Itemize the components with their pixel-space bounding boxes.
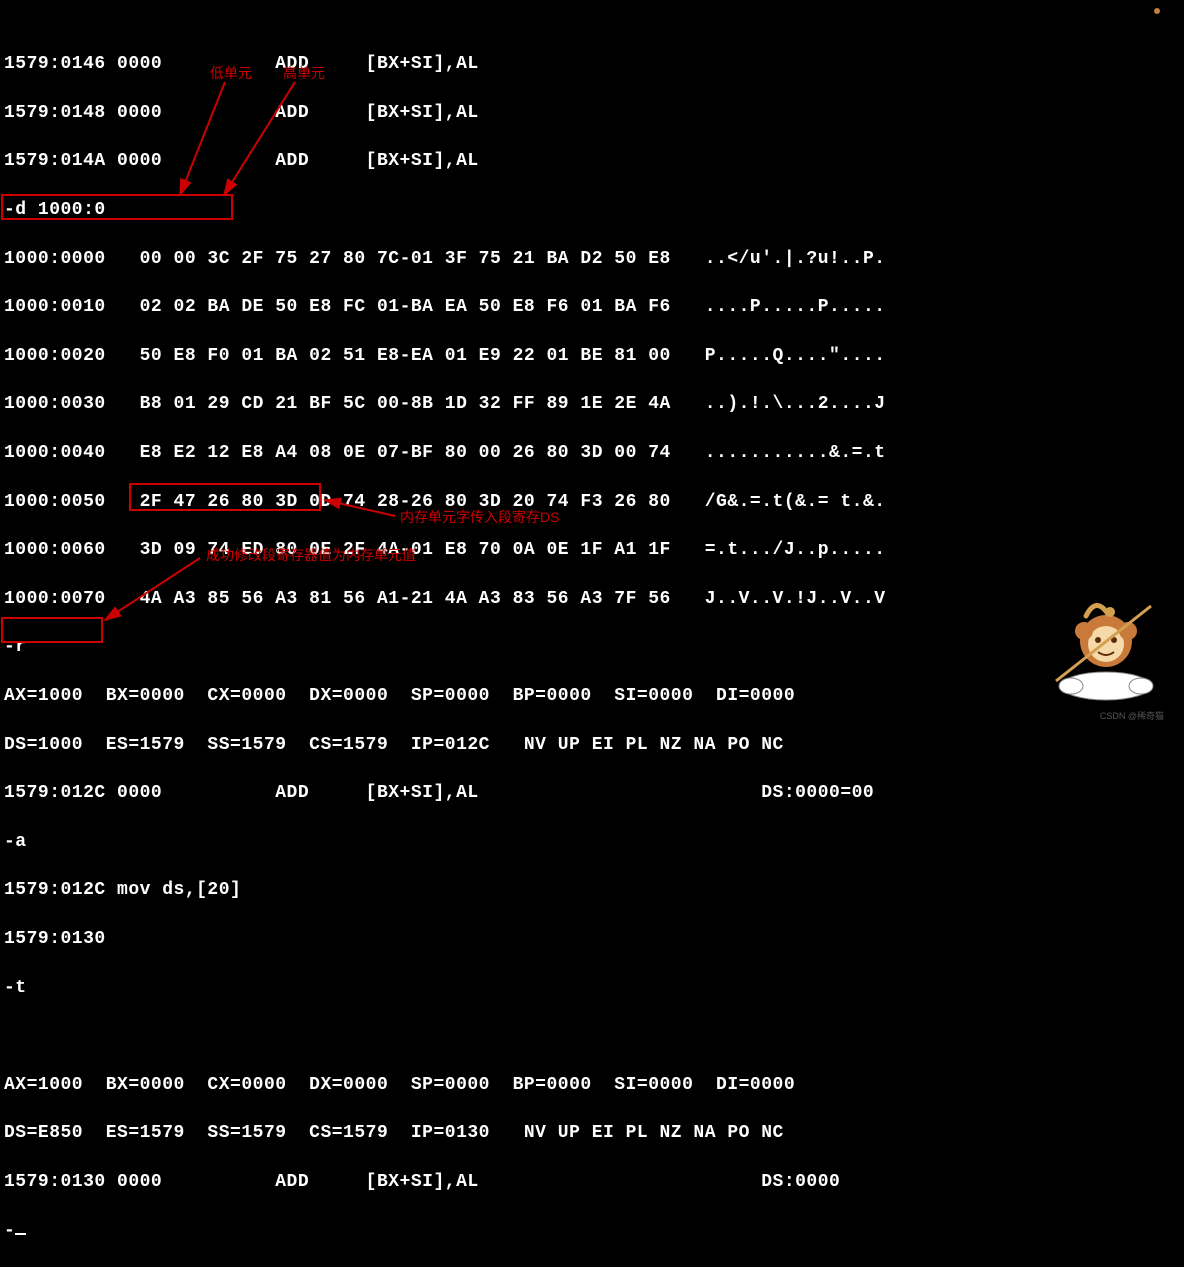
cmd-d: -d 1000:0	[4, 198, 1184, 222]
dump-row: 1000:0070 4A A3 85 56 A3 81 56 A1-21 4A …	[4, 587, 1184, 611]
regs-line: AX=1000 BX=0000 CX=0000 DX=0000 SP=0000 …	[4, 1073, 1184, 1097]
annotation-high-byte: 高单元	[283, 64, 325, 83]
annotation-low-byte: 低单元	[210, 64, 252, 83]
disasm-line: 1579:0148 0000 ADD [BX+SI],AL	[4, 101, 1184, 125]
annotation-note2: 成功修改段寄存器值为内存单元值	[206, 546, 416, 565]
dump-row: 1000:0040 E8 E2 12 E8 A4 08 0E 07-BF 80 …	[4, 441, 1184, 465]
annotation-note1: 内存单元字传入段寄存DS	[400, 508, 559, 527]
terminal-output: 1579:0146 0000 ADD [BX+SI],AL 1579:0148 …	[4, 28, 1184, 1267]
regs-line: DS=1000 ES=1579 SS=1579 CS=1579 IP=012C …	[4, 733, 1184, 757]
regs-line: AX=1000 BX=0000 CX=0000 DX=0000 SP=0000 …	[4, 684, 1184, 708]
dump-row: 1000:0060 3D 09 74 ED 80 0E 2F 4A-01 E8 …	[4, 538, 1184, 562]
asm-input: 1579:012C mov ds,[20]	[4, 878, 1184, 902]
regs-line: 1579:012C 0000 ADD [BX+SI],AL DS:0000=00	[4, 781, 1184, 805]
asm-prompt: 1579:0130	[4, 927, 1184, 951]
dump-row: 1000:0050 2F 47 26 80 3D 0D 74 28-26 80 …	[4, 490, 1184, 514]
window-indicator	[1154, 8, 1160, 14]
disasm-line: 1579:0146 0000 ADD [BX+SI],AL	[4, 52, 1184, 76]
cmd-r: -r	[4, 635, 1184, 659]
mascot-icon	[1046, 586, 1166, 706]
dump-row: 1000:0000 00 00 3C 2F 75 27 80 7C-01 3F …	[4, 247, 1184, 271]
blank	[4, 1024, 1184, 1048]
disasm-line: 1579:014A 0000 ADD [BX+SI],AL	[4, 149, 1184, 173]
regs-line: 1579:0130 0000 ADD [BX+SI],AL DS:0000	[4, 1170, 1184, 1194]
cmd-t: -t	[4, 976, 1184, 1000]
prompt[interactable]: -	[4, 1219, 1184, 1243]
dump-row: 1000:0030 B8 01 29 CD 21 BF 5C 00-8B 1D …	[4, 392, 1184, 416]
regs-line: DS=E850 ES=1579 SS=1579 CS=1579 IP=0130 …	[4, 1121, 1184, 1145]
dump-row: 1000:0010 02 02 BA DE 50 E8 FC 01-BA EA …	[4, 295, 1184, 319]
dump-row: 1000:0020 50 E8 F0 01 BA 02 51 E8-EA 01 …	[4, 344, 1184, 368]
cmd-a: -a	[4, 830, 1184, 854]
watermark: CSDN @稀奇猫	[1100, 710, 1164, 722]
